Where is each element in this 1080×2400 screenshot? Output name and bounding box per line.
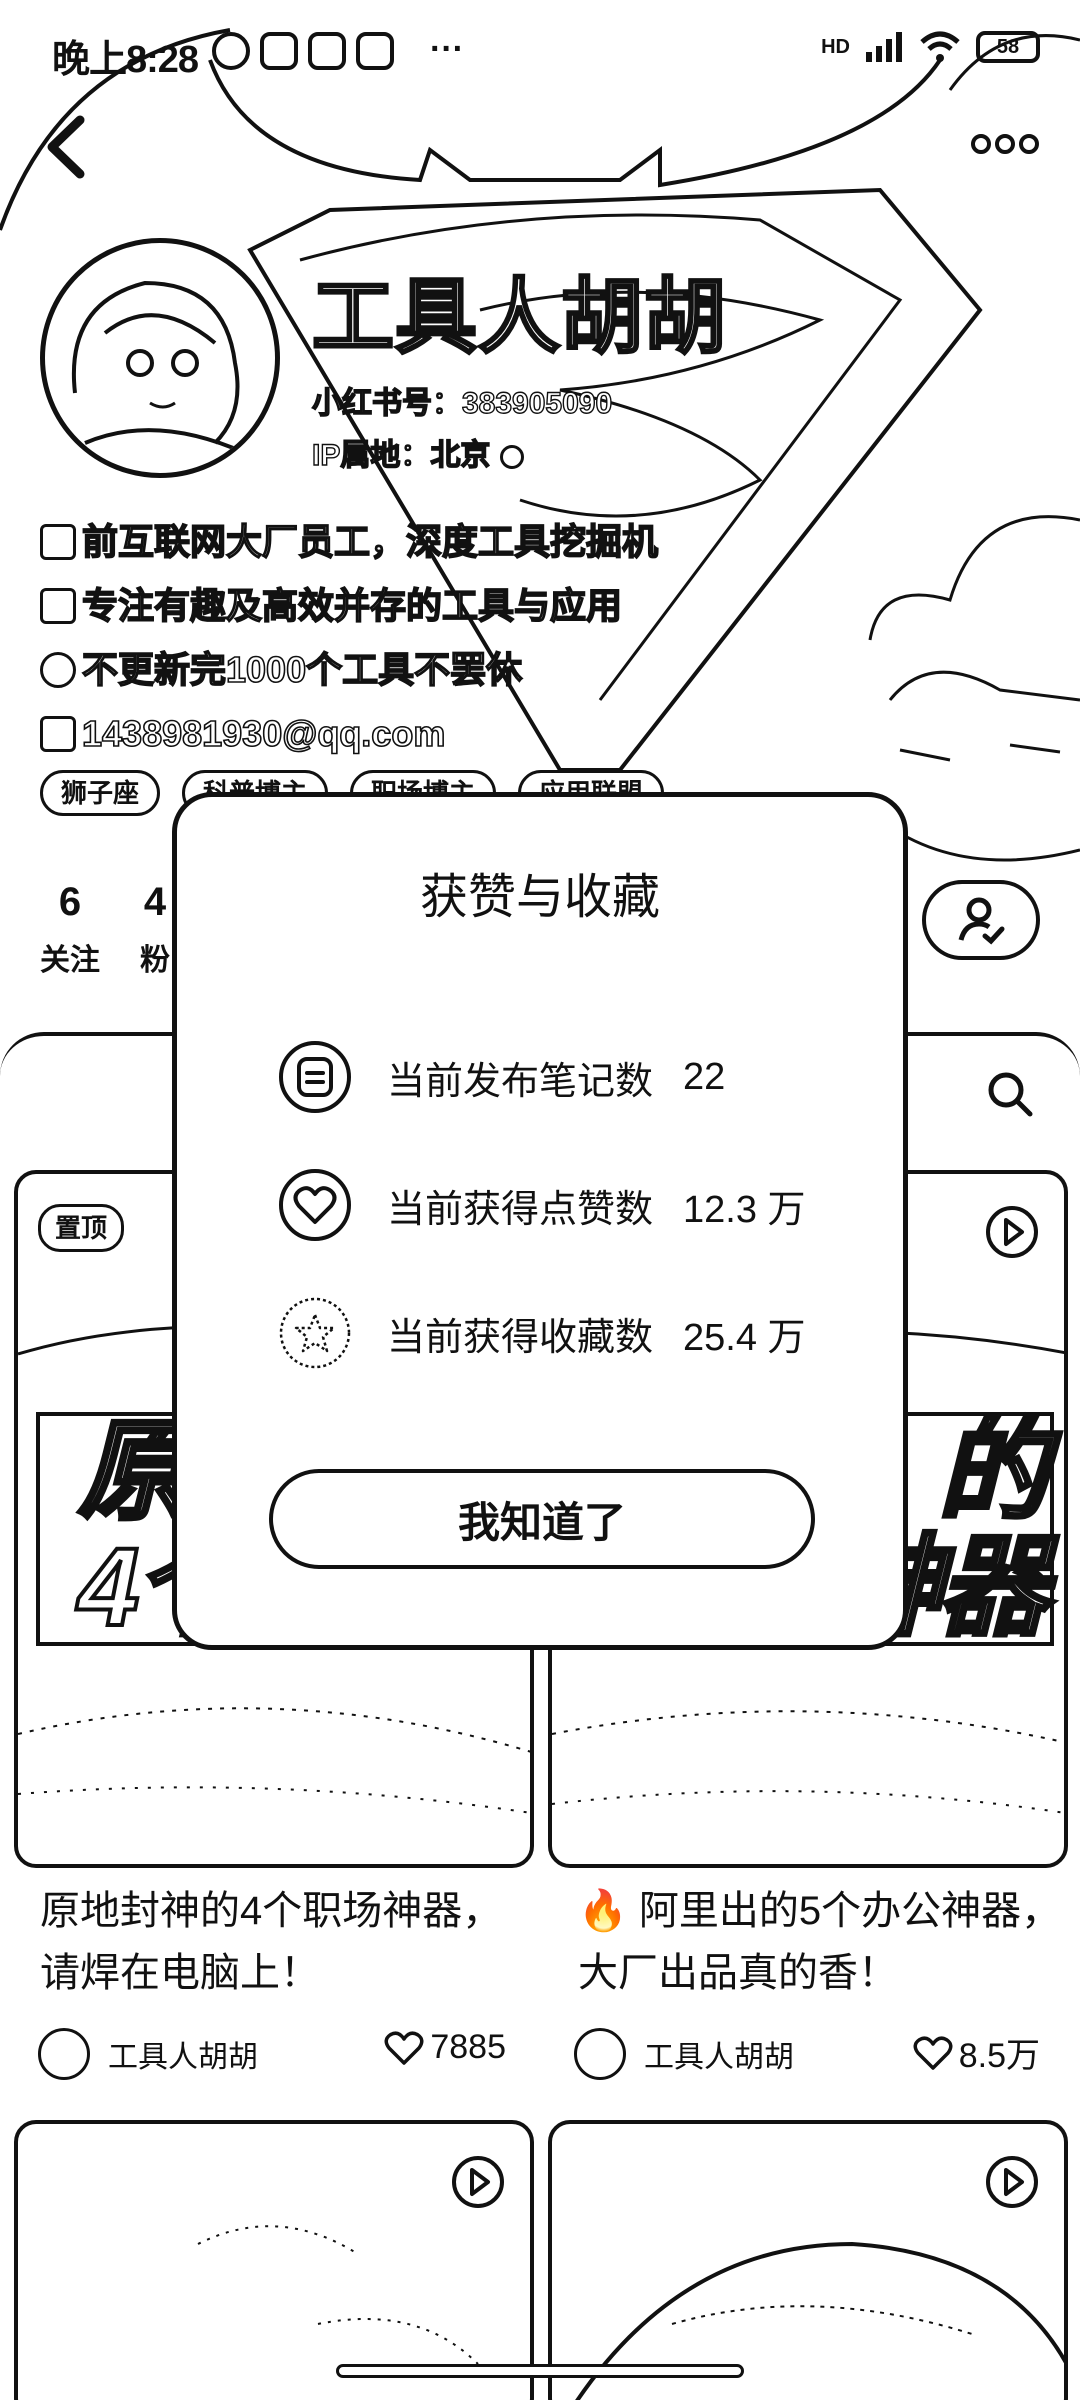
author-name: 工具人胡胡 xyxy=(644,2041,794,2074)
note-author[interactable]: 工具人胡胡 xyxy=(38,2028,258,2080)
home-indicator[interactable] xyxy=(336,2364,744,2378)
bio-email: 1438981930@qq.com xyxy=(81,712,446,755)
heart-icon xyxy=(384,2030,424,2065)
wifi-icon xyxy=(920,31,960,62)
status-right-icons: HD 58 xyxy=(821,30,1040,64)
author-avatar xyxy=(574,2028,626,2080)
profile-stats: 6 关注 4 粉 xyxy=(40,880,170,979)
note-author[interactable]: 工具人胡胡 xyxy=(574,2028,794,2080)
video-play-icon xyxy=(452,2156,504,2208)
search-icon[interactable] xyxy=(984,1068,1036,1120)
notes-count-label: 当前发布笔记数 xyxy=(387,1060,654,1103)
pinned-badge: 置顶 xyxy=(38,1204,125,1252)
likes-collections-dialog: 获赞与收藏 当前发布笔记数 22 当前获得点赞数 12.3 万 当前获得收藏数 … xyxy=(172,792,908,1650)
battery-icon: 58 xyxy=(976,31,1040,63)
note-card[interactable] xyxy=(548,2120,1068,2400)
ip-location: IP属地：北京 xyxy=(311,430,525,474)
stat-following-count: 6 xyxy=(58,880,82,924)
more-options-button[interactable] xyxy=(970,124,1040,164)
hd-network-label: HD xyxy=(821,35,850,58)
like-button[interactable]: 8.5万 xyxy=(913,2028,1040,2077)
note-icon xyxy=(279,1041,351,1113)
mail-icon xyxy=(40,716,76,752)
notes-count-value: 22 xyxy=(683,1055,726,1098)
profile-username: 工具人胡胡 xyxy=(310,271,728,365)
collections-count-label: 当前获得收藏数 xyxy=(387,1316,654,1359)
star-icon xyxy=(279,1297,351,1369)
dialog-title: 获赞与收藏 xyxy=(419,871,660,924)
video-play-icon xyxy=(986,1206,1038,1258)
bio-line: 1438981930@qq.com xyxy=(40,702,658,766)
like-button[interactable]: 7885 xyxy=(384,2028,506,2067)
bio-line: 前互联网大厂员工，深度工具挖掘机 xyxy=(40,510,659,574)
author-avatar xyxy=(38,2028,90,2080)
badge-icon xyxy=(40,524,76,560)
app-notification-icon xyxy=(356,32,394,70)
bio-line: 不更新完1000个工具不罢休 xyxy=(40,638,658,702)
muscle-icon xyxy=(40,652,76,688)
likes-count-label: 当前获得点赞数 xyxy=(387,1188,654,1231)
like-count: 7885 xyxy=(430,2028,506,2066)
ip-location-text: IP属地：北京 xyxy=(311,438,491,472)
video-play-icon xyxy=(986,2156,1038,2208)
avatar-illustration xyxy=(71,280,246,455)
info-icon[interactable] xyxy=(500,445,525,470)
stat-followers-count: 4 xyxy=(143,880,167,924)
red-id: 小红书号：383905090 xyxy=(311,386,613,420)
got-it-button[interactable]: 我知道了 xyxy=(269,1469,815,1569)
likes-count-row: 当前获得点赞数 12.3 万 xyxy=(277,1167,806,1243)
collections-count-row: 当前获得收藏数 25.4 万 xyxy=(277,1295,806,1371)
author-name: 工具人胡胡 xyxy=(108,2041,258,2074)
status-more-icon: ··· xyxy=(430,30,464,68)
stat-followers[interactable]: 4 粉 xyxy=(140,880,170,979)
tag-zodiac[interactable]: 狮子座 xyxy=(40,770,161,816)
like-count: 8.5万 xyxy=(958,2037,1040,2075)
bio-text: 专注有趣及高效并存的工具与应用 xyxy=(81,584,623,627)
back-button[interactable] xyxy=(38,112,98,182)
collections-count-value: 25.4 万 xyxy=(683,1316,806,1359)
note-title[interactable]: 原地封神的4个职场神器，请焊在电脑上！ xyxy=(40,1880,540,2004)
status-time: 晚上8:28 xyxy=(52,39,199,81)
alarm-icon xyxy=(212,32,250,70)
avatar[interactable] xyxy=(40,238,280,478)
bio-line: 专注有趣及高效并存的工具与应用 xyxy=(40,574,658,638)
stat-following-label: 关注 xyxy=(40,944,100,977)
user-check-icon xyxy=(958,897,1005,945)
checkbox-icon xyxy=(40,588,76,624)
stat-following[interactable]: 6 关注 xyxy=(40,880,100,979)
screen: 晚上8:28 ··· HD 58 工具人胡胡 小红书号：383905090 IP… xyxy=(0,0,1080,2400)
app-notification-icon xyxy=(260,32,298,70)
likes-count-value: 12.3 万 xyxy=(683,1188,806,1231)
stat-followers-label: 粉 xyxy=(140,944,170,977)
bio-text: 前互联网大厂员工，深度工具挖掘机 xyxy=(81,520,659,563)
note-title[interactable]: 🔥 阿里出的5个办公神器，大厂出品真的香！ xyxy=(578,1880,1078,2004)
heart-icon xyxy=(279,1169,351,1241)
heart-icon xyxy=(913,2035,953,2070)
signal-icon xyxy=(866,32,902,62)
add-friend-button[interactable] xyxy=(922,880,1040,960)
bio: 前互联网大厂员工，深度工具挖掘机 专注有趣及高效并存的工具与应用 不更新完100… xyxy=(40,510,659,766)
bio-text: 不更新完1000个工具不罢休 xyxy=(81,648,523,691)
status-bar: 晚上8:28 ··· HD 58 xyxy=(0,0,1080,110)
status-notification-icons xyxy=(212,32,394,70)
note-card[interactable] xyxy=(14,2120,534,2400)
notes-count-row: 当前发布笔记数 22 xyxy=(277,1039,725,1115)
app-notification-icon xyxy=(308,32,346,70)
